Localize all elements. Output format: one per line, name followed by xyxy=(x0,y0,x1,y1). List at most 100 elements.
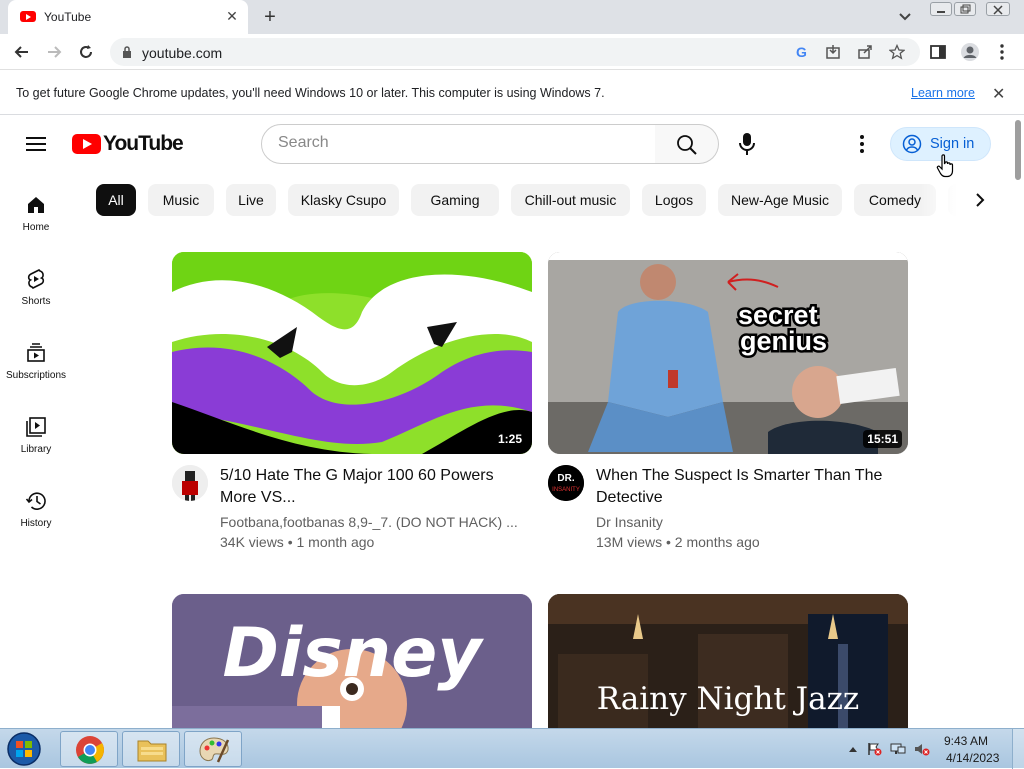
youtube-favicon-icon xyxy=(20,11,36,22)
google-lens-icon[interactable]: G xyxy=(794,44,810,60)
tab-title: YouTube xyxy=(44,10,92,24)
nav-item-home[interactable]: Home xyxy=(0,188,72,252)
tab-search-chevron-icon[interactable] xyxy=(896,8,914,26)
chip-chill-out-music[interactable]: Chill-out music xyxy=(511,184,630,216)
paint-palette-icon xyxy=(199,737,230,763)
video-thumbnail[interactable]: 1:25 xyxy=(172,252,532,454)
shorts-icon xyxy=(27,269,45,289)
hand-cursor-icon xyxy=(936,154,954,178)
chip-klasky-csupo[interactable]: Klasky Csupo xyxy=(288,184,399,216)
install-app-icon[interactable] xyxy=(825,44,841,60)
chip-new-age-music[interactable]: New-Age Music xyxy=(718,184,842,216)
video-thumbnail[interactable]: Rainy Night Jazz xyxy=(548,594,908,728)
browser-tab[interactable]: YouTube ✕ xyxy=(8,0,248,34)
youtube-header: YouTube Sign in xyxy=(0,116,1012,172)
thumb-caption: Rainy Night Jazz xyxy=(597,681,860,717)
browser-tab-strip: YouTube ✕ + xyxy=(0,0,1024,34)
clock-time[interactable]: 9:43 AM xyxy=(944,734,988,748)
video-meta: 34K views • 1 month ago xyxy=(220,534,375,550)
video-duration: 15:51 xyxy=(863,430,902,448)
video-duration: 1:25 xyxy=(493,430,526,448)
url-text: youtube.com xyxy=(142,45,223,61)
address-bar[interactable]: youtube.com G xyxy=(110,38,920,66)
back-arrow-icon[interactable] xyxy=(12,42,32,62)
nav-item-history[interactable]: History xyxy=(0,484,72,548)
taskbar-paint-button[interactable] xyxy=(184,731,242,767)
video-meta: 13M views • 2 months ago xyxy=(596,534,760,550)
browser-toolbar: youtube.com G xyxy=(0,34,1024,70)
tab-close-icon[interactable]: ✕ xyxy=(224,8,240,24)
folder-icon xyxy=(137,740,167,762)
page-scrollbar[interactable] xyxy=(1012,116,1024,728)
avatar-text-1: DR. xyxy=(557,473,574,484)
scrollbar-thumb[interactable] xyxy=(1015,120,1021,180)
nav-item-subscriptions[interactable]: Subscriptions xyxy=(0,336,72,400)
action-center-flag-icon[interactable] xyxy=(866,742,882,756)
hamburger-menu-icon[interactable] xyxy=(26,136,46,152)
nav-item-shorts[interactable]: Shorts xyxy=(0,262,72,326)
show-hidden-icons-icon[interactable] xyxy=(845,742,861,756)
chip-live[interactable]: Live xyxy=(226,184,276,216)
channel-name[interactable]: Footbana,footbanas 8,9-_7. (DO NOT HACK)… xyxy=(220,514,518,530)
video-title[interactable]: 5/10 Hate The G Major 100 60 Powers More… xyxy=(220,465,520,509)
show-desktop-button[interactable] xyxy=(1012,729,1024,769)
new-tab-button[interactable]: + xyxy=(260,7,280,27)
search-input[interactable] xyxy=(278,134,638,152)
subscriptions-icon xyxy=(27,343,45,362)
bookmark-star-icon[interactable] xyxy=(889,44,905,60)
nav-label-shorts: Shorts xyxy=(21,296,51,307)
chrome-menu-icon[interactable] xyxy=(992,42,1012,62)
avatar-image xyxy=(172,465,208,501)
chip-gaming[interactable]: Gaming xyxy=(411,184,499,216)
chips-next-chevron-icon[interactable] xyxy=(970,190,990,210)
clock-date[interactable]: 4/14/2023 xyxy=(946,751,999,765)
lock-icon[interactable] xyxy=(122,46,132,58)
voice-search-mic-icon[interactable] xyxy=(736,132,758,156)
thumb-caption: Disney xyxy=(222,614,484,693)
thumbnail-art: secret genius xyxy=(548,252,908,454)
channel-name[interactable]: Dr Insanity xyxy=(596,514,663,530)
windows-start-button-icon[interactable] xyxy=(4,731,44,767)
avatar-image: DR. INSANITY xyxy=(548,465,584,501)
network-icon[interactable] xyxy=(890,742,906,756)
sign-in-label: Sign in xyxy=(930,136,975,152)
video-thumbnail[interactable]: Disney xyxy=(172,594,532,728)
search-icon xyxy=(677,135,697,155)
side-panel-icon[interactable] xyxy=(928,42,948,62)
windows-taskbar: 9:43 AM 4/14/2023 xyxy=(0,728,1024,769)
settings-more-icon[interactable] xyxy=(852,134,872,154)
channel-avatar[interactable] xyxy=(172,465,208,501)
learn-more-link[interactable]: Learn more xyxy=(911,86,975,100)
thumbnail-art xyxy=(172,252,532,454)
chip-logos[interactable]: Logos xyxy=(642,184,706,216)
taskbar-chrome-button[interactable] xyxy=(60,731,118,767)
window-minimize-button[interactable] xyxy=(930,2,952,16)
infobar-close-icon[interactable]: ✕ xyxy=(992,84,1005,104)
history-icon xyxy=(25,492,46,510)
forward-arrow-icon[interactable] xyxy=(44,42,64,62)
nav-label-history: History xyxy=(20,518,52,529)
thumbnail-art: Rainy Night Jazz xyxy=(548,594,908,728)
volume-muted-icon[interactable] xyxy=(914,742,930,756)
filter-chips-bar: All Music Live Klasky Csupo Gaming Chill-out … xyxy=(96,184,1016,216)
nav-item-library[interactable]: Library xyxy=(0,410,72,474)
nav-label-subscriptions: Subscriptions xyxy=(5,370,67,381)
nav-label-home: Home xyxy=(22,222,50,233)
profile-icon[interactable] xyxy=(960,42,980,62)
reload-icon[interactable] xyxy=(76,42,96,62)
video-title[interactable]: When The Suspect Is Smarter Than The Det… xyxy=(596,465,896,509)
share-icon[interactable] xyxy=(857,44,873,60)
video-thumbnail[interactable]: secret genius 15:51 xyxy=(548,252,908,454)
channel-avatar[interactable]: DR. INSANITY xyxy=(548,465,584,501)
window-close-button[interactable] xyxy=(986,2,1010,16)
taskbar-explorer-button[interactable] xyxy=(122,731,180,767)
search-button[interactable] xyxy=(655,124,719,164)
thumb-caption-line-2: genius xyxy=(740,326,827,356)
logo-text: YouTube xyxy=(103,132,184,155)
infobar-message: To get future Google Chrome updates, you… xyxy=(16,86,605,100)
chip-music[interactable]: Music xyxy=(148,184,214,216)
window-restore-button[interactable] xyxy=(954,2,976,16)
chips-fade xyxy=(920,184,1012,216)
search-box[interactable] xyxy=(261,124,656,164)
chip-all[interactable]: All xyxy=(96,184,136,216)
